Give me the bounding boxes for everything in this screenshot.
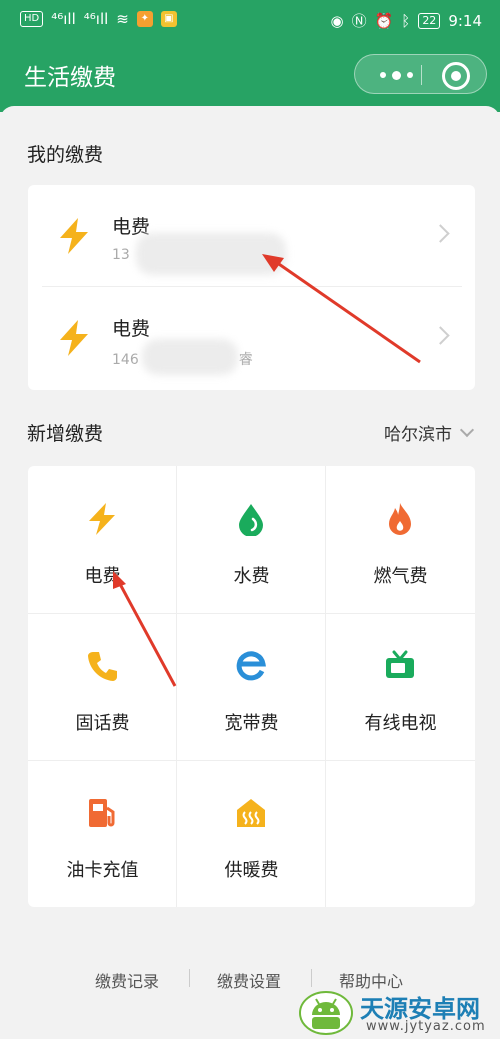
- phone-icon: [88, 652, 117, 681]
- signal-icon-1: ⁴⁶ıll: [51, 10, 76, 28]
- capsule-divider: [421, 65, 422, 85]
- chevron-down-icon: [459, 422, 475, 437]
- chevron-right-icon: [431, 224, 450, 243]
- footer-separator: [189, 969, 190, 987]
- bill-type-electricity[interactable]: 电费: [28, 466, 177, 613]
- bill-type-label: 燃气费: [373, 566, 428, 587]
- my-bills-title: 我的缴费: [27, 144, 104, 166]
- bill-item[interactable]: 电费 13: [28, 185, 475, 286]
- bill-account-start: 146: [112, 352, 139, 368]
- watermark-url: www.jytyaz.com: [366, 1019, 486, 1034]
- close-miniprogram-button[interactable]: [442, 62, 470, 90]
- bill-type-label: 电费: [84, 566, 121, 587]
- bill-type-fuel-card[interactable]: 油卡充值: [28, 760, 177, 907]
- bill-type-heating[interactable]: 供暖费: [177, 760, 326, 907]
- new-bills-title: 新增缴费: [27, 423, 104, 445]
- bill-type-label: 宽带费: [224, 713, 279, 734]
- tv-icon: [386, 650, 414, 678]
- app-notification-icon-2: ▣: [160, 11, 177, 27]
- bill-type-label: 有线电视: [364, 713, 437, 734]
- wifi-icon: ≋: [116, 10, 129, 28]
- lightning-icon: [60, 218, 88, 254]
- bill-type-label: 水费: [233, 566, 270, 587]
- app-notification-icon: ✦: [136, 11, 153, 27]
- payment-records-link[interactable]: 缴费记录: [95, 968, 159, 992]
- my-bills-card: 电费 13 电费 146 睿: [28, 185, 475, 390]
- bill-type-broadband[interactable]: 宽带费: [177, 613, 326, 760]
- android-logo-icon: [299, 991, 353, 1035]
- hd-indicator: HD: [20, 11, 44, 27]
- lightning-icon: [60, 320, 88, 356]
- city-name: 哈尔滨市: [384, 425, 452, 445]
- clock: 9:14: [448, 11, 482, 30]
- bill-type-water[interactable]: 水费: [177, 466, 326, 613]
- bill-type-label: 固话费: [75, 713, 130, 734]
- payment-settings-link[interactable]: 缴费设置: [217, 968, 281, 992]
- bill-item[interactable]: 电费 146 睿: [28, 287, 475, 388]
- bill-account-end: 睿: [238, 352, 253, 368]
- nfc-icon: Ⓝ: [351, 12, 367, 30]
- redacted-blur: [136, 233, 286, 275]
- city-selector[interactable]: 哈尔滨市: [384, 420, 475, 445]
- redacted-blur: [142, 339, 238, 375]
- bill-type-cable-tv[interactable]: 有线电视: [326, 613, 475, 760]
- fuel-pump-icon: [89, 799, 115, 827]
- eye-icon: ◉: [330, 11, 344, 30]
- status-bar: HD ⁴⁶ıll ⁴⁶ıll ≋ ✦ ▣ ◉ Ⓝ ⏰ ᛒ 22 9:14: [0, 0, 500, 38]
- site-watermark: 天源安卓网 www.jytyaz.com: [298, 985, 500, 1039]
- page-title: 生活缴费: [24, 65, 116, 91]
- flame-icon: [389, 503, 411, 535]
- lightning-icon: [89, 503, 115, 535]
- bill-type-landline[interactable]: 固话费: [28, 613, 177, 760]
- bill-type-label: 供暖费: [224, 860, 279, 881]
- chevron-right-icon: [431, 326, 450, 345]
- alarm-icon: ⏰: [374, 11, 394, 30]
- bill-account: 13: [112, 247, 130, 263]
- broadband-e-icon: [236, 651, 266, 681]
- battery-icon: 22: [418, 12, 441, 29]
- bill-type-grid: 电费 水费 燃气费 固话费 宽带费 有线电视 油卡充值 供暖费: [28, 466, 475, 907]
- bill-name: 电费: [112, 318, 151, 340]
- bill-type-gas[interactable]: 燃气费: [326, 466, 475, 613]
- water-drop-icon: [239, 504, 263, 536]
- more-menu-button[interactable]: [373, 68, 419, 82]
- bill-type-label: 油卡充值: [66, 860, 139, 881]
- bluetooth-icon: ᛒ: [401, 11, 411, 30]
- heating-icon: [237, 799, 265, 827]
- signal-icon-2: ⁴⁶ıll: [83, 10, 109, 28]
- miniprogram-capsule: [354, 54, 487, 94]
